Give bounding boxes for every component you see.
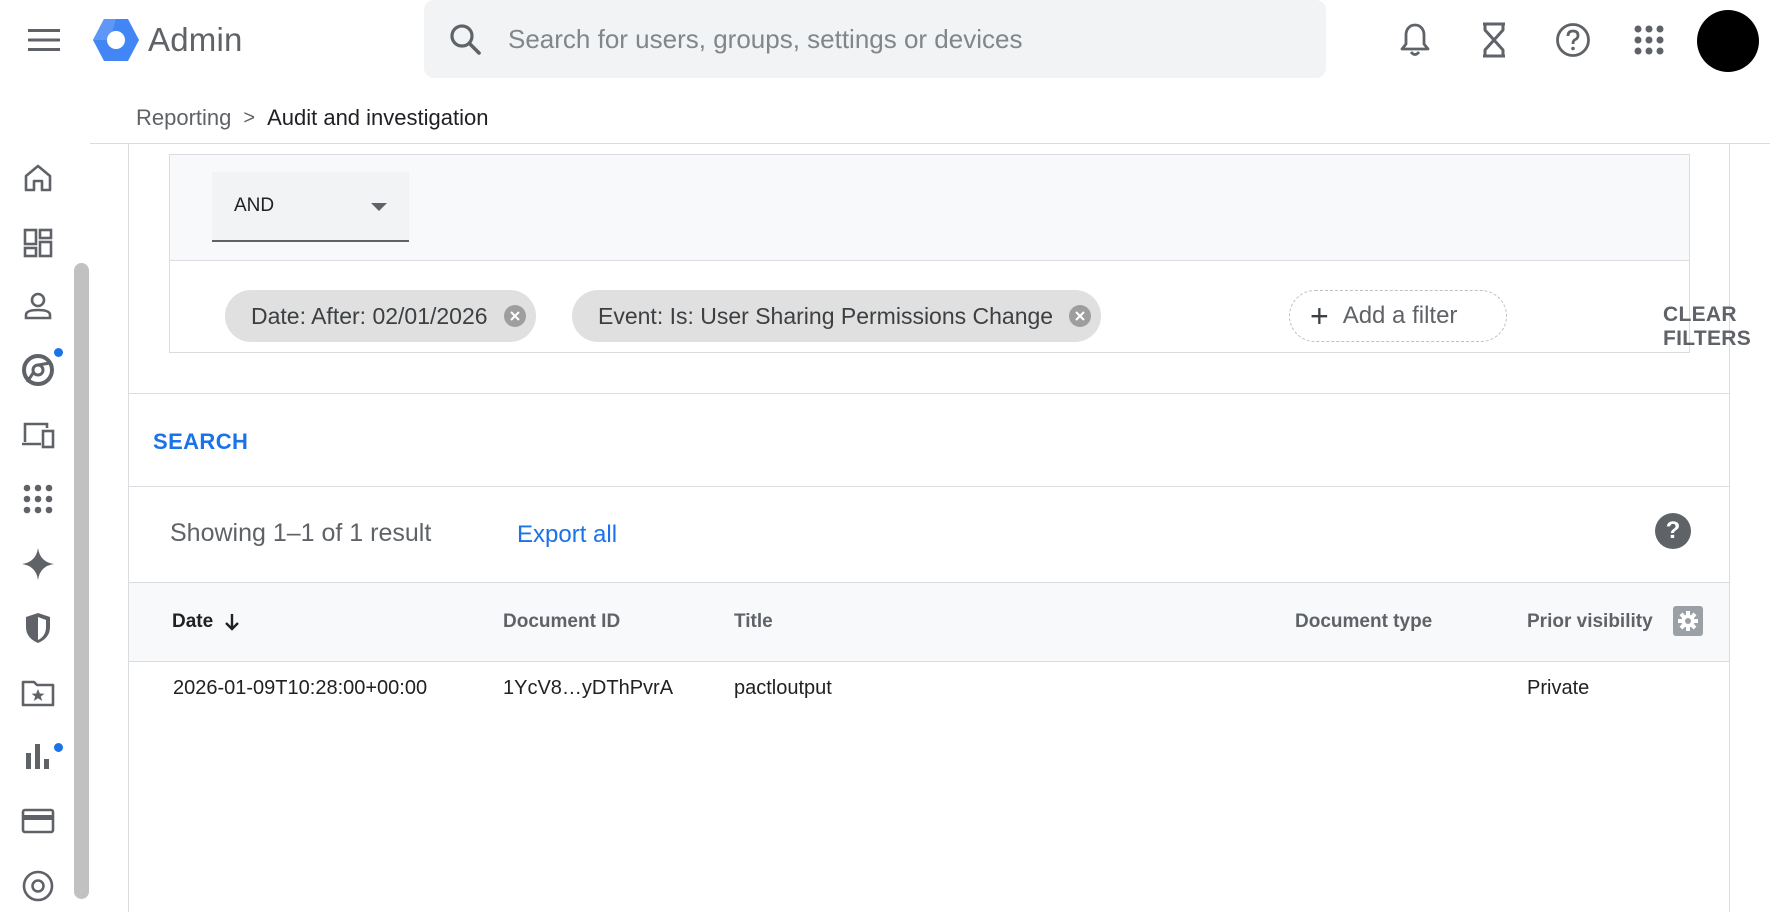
account-icon [22,870,54,902]
cell-date: 2026-01-09T10:28:00+00:00 [173,677,428,699]
help-button[interactable] [1550,17,1596,63]
shield-icon [26,613,50,643]
rail-security[interactable] [16,606,60,650]
bar-chart-icon [26,744,49,769]
notifications-icon [1400,23,1430,56]
notifications-button[interactable] [1392,17,1438,63]
rail-account[interactable] [16,864,60,908]
column-header-date[interactable]: Date [172,611,241,633]
hourglass-icon [1483,22,1505,58]
clear-filters-button[interactable]: CLEAR FILTERS [1663,303,1751,351]
chrome-notification-dot [54,348,63,357]
app-title: Admin [148,21,243,58]
filter-chip-date[interactable]: Date: After: 02/01/2026 [225,290,536,342]
rail-data[interactable] [16,671,60,715]
filter-panel: AND Date: After: 02/01/2026 Event: Is: U… [169,154,1751,353]
breadcrumb-reporting-link[interactable]: Reporting [136,105,231,131]
cell-title: pactloutput [734,677,832,699]
sparkle-icon [22,548,54,580]
main-menu-button[interactable] [20,20,68,60]
rail-billing[interactable] [16,799,60,843]
breadcrumb-current: Audit and investigation [267,105,489,130]
rail-chrome[interactable] [16,348,60,392]
chrome-icon [22,354,54,386]
tasks-button[interactable] [1471,17,1517,63]
global-search[interactable] [424,0,1326,78]
filter-operator-row: AND [170,155,1689,261]
dropdown-arrow-icon [371,203,387,211]
sort-descending-icon [225,614,240,631]
gear-icon [1678,611,1698,631]
column-header-title[interactable]: Title [734,611,773,633]
folder-star-icon [21,680,55,707]
add-icon: + [1310,298,1329,334]
menu-icon [28,29,60,51]
devices-icon [22,422,55,449]
column-header-document-id[interactable]: Document ID [503,611,620,633]
remove-filter-icon[interactable] [503,305,526,327]
remove-filter-icon[interactable] [1069,305,1092,327]
cell-prior-visibility: Private [1527,677,1590,699]
search-button[interactable]: SEARCH [153,429,248,455]
search-icon [448,22,508,56]
operator-select[interactable]: AND [212,172,409,242]
dashboard-icon [23,228,53,258]
column-header-document-type[interactable]: Document type [1295,611,1432,633]
add-filter-label: Add a filter [1342,302,1458,329]
rail-devices[interactable] [16,413,60,457]
export-all-link[interactable]: Export all [517,521,617,549]
home-icon [24,164,52,192]
column-settings-button[interactable] [1673,606,1703,636]
nav-scrollbar[interactable] [74,263,89,899]
column-header-prior-visibility[interactable]: Prior visibility [1527,611,1653,633]
admin-hexagon-icon [93,19,139,61]
apps-icon [1634,25,1664,55]
filter-chip-event[interactable]: Event: Is: User Sharing Permissions Chan… [572,290,1102,342]
apps-button[interactable] [1626,17,1672,63]
search-input[interactable] [508,23,1326,55]
filter-chip-label: Event: Is: User Sharing Permissions Chan… [598,302,1054,329]
help-icon [1556,23,1590,57]
cell-document-id[interactable]: 1YcV8…yDThPvrA [503,677,673,700]
top-bar: Admin [0,0,1770,80]
divider [129,393,1729,394]
rail-home[interactable] [16,156,60,200]
add-filter-button[interactable]: + Add a filter [1289,290,1507,342]
divider [129,486,1729,487]
left-nav-rail [0,144,89,912]
results-summary: Showing 1–1 of 1 result [170,519,432,547]
column-header-label: Date [172,611,214,632]
rail-dashboard[interactable] [16,221,60,265]
breadcrumb-separator: > [243,106,256,129]
reporting-notification-dot [54,743,63,752]
billing-icon [21,808,55,834]
admin-logo[interactable]: Admin [92,16,243,64]
rail-gemini[interactable] [16,542,60,586]
account-avatar[interactable] [1697,10,1759,72]
table-help-icon[interactable]: ? [1655,513,1691,549]
table-header-row: Date Document ID Title Document type Pri… [129,582,1729,662]
breadcrumb: Reporting > Audit and investigation [136,103,488,133]
rail-apps[interactable] [16,477,60,521]
audit-log-card: AND Date: After: 02/01/2026 Event: Is: U… [128,144,1751,912]
operator-value: AND [234,195,275,216]
filter-chip-label: Date: After: 02/01/2026 [251,302,488,329]
rail-users[interactable] [16,284,60,328]
person-icon [24,292,52,320]
apps-grid-icon [23,484,53,514]
rail-reporting[interactable] [16,734,60,778]
